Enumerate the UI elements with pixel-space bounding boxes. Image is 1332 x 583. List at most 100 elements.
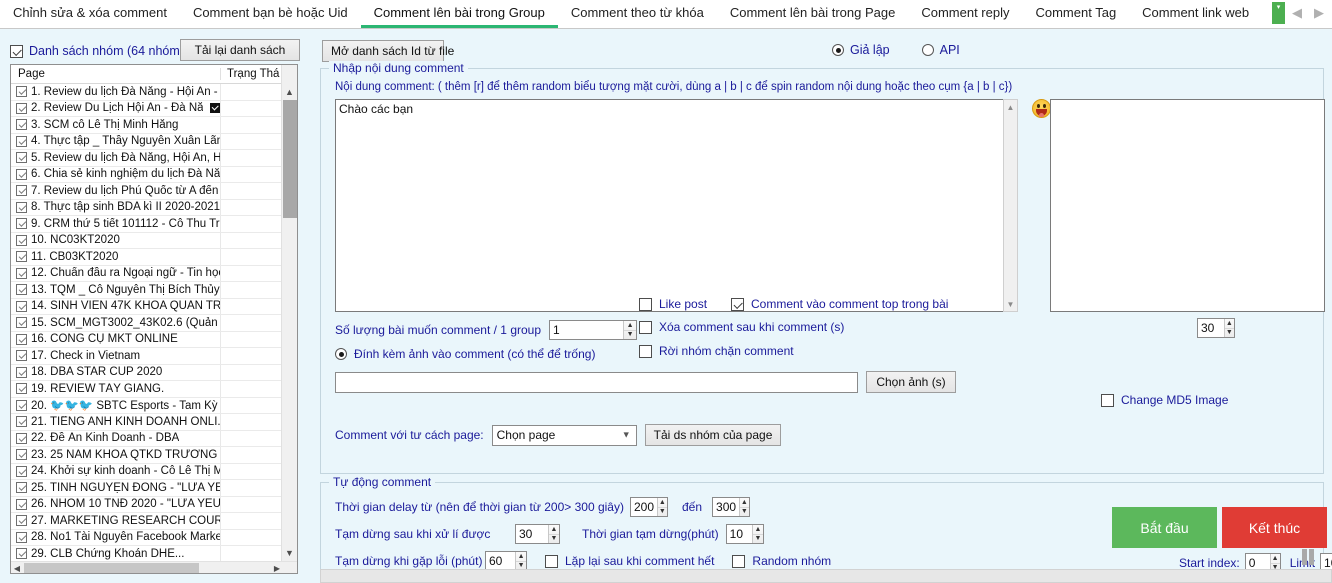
pause-on-error-arrows[interactable]: ▲ ▼ <box>515 552 526 570</box>
stepper-up-icon[interactable]: ▲ <box>549 525 559 535</box>
table-row[interactable]: 25. TÌNH NGUYỆN ĐÔNG - "LỬA YÊ... <box>11 480 297 497</box>
delay-from-stepper[interactable]: ▲ ▼ <box>629 497 668 517</box>
select-all-groups-checkbox[interactable] <box>10 44 23 58</box>
stepper-up-icon[interactable]: ▲ <box>739 498 750 508</box>
row-checkbox[interactable] <box>16 102 27 114</box>
smiley-icon[interactable] <box>1032 99 1051 118</box>
table-row[interactable]: 16. CÔNG CỤ MKT ONLINE <box>11 331 297 348</box>
tab-3[interactable]: Comment theo từ khóa <box>557 0 717 28</box>
stepper-up-icon[interactable]: ▲ <box>657 498 667 508</box>
table-row[interactable]: 11. CB03KT2020 <box>11 249 297 266</box>
row-checkbox[interactable] <box>16 350 27 362</box>
pause-on-error-stepper[interactable]: ▲ ▼ <box>485 551 527 571</box>
table-row[interactable]: 8. Thực tập sinh BDA kì II 2020-2021 <box>11 199 297 216</box>
tab-next-icon[interactable]: ▶ <box>1309 2 1329 24</box>
attach-image-radio-indicator[interactable] <box>335 348 347 360</box>
start-button[interactable]: Bắt đầu <box>1112 507 1217 548</box>
choose-image-button[interactable]: Chọn ảnh (s) <box>866 371 956 393</box>
reload-list-button[interactable]: Tải lại danh sách <box>180 39 300 61</box>
table-row[interactable]: 22. Đề Án Kinh Doanh - DBA <box>11 430 297 447</box>
tab-5[interactable]: Comment reply <box>908 0 1023 28</box>
group-list-horizontal-scrollbar[interactable]: ◀ ▶ <box>11 561 297 573</box>
radio-option-api[interactable]: API <box>921 43 960 57</box>
table-row[interactable]: 21. TIẾNG ANH KINH DOANH ONLI... <box>11 414 297 431</box>
row-checkbox[interactable] <box>16 416 27 428</box>
table-row[interactable]: 3. SCM cô Lê Thị Minh Hằng <box>11 117 297 134</box>
row-checkbox[interactable] <box>16 548 27 560</box>
load-page-groups-button[interactable]: Tải ds nhóm của page <box>644 424 782 446</box>
delete-delay-stepper[interactable]: ▲ ▼ <box>1197 318 1235 338</box>
scroll-right-icon[interactable]: ▶ <box>271 562 283 573</box>
leave-group-checkbox[interactable] <box>639 344 652 358</box>
table-row[interactable]: 10. NC03KT2020 <box>11 232 297 249</box>
table-row[interactable]: 1. Review du lịch Đà Nẵng - Hội An - ... <box>11 84 297 101</box>
tab-0[interactable]: Chỉnh sửa & xóa comment <box>0 0 180 28</box>
table-row[interactable]: 18. DBA STAR CUP 2020 <box>11 364 297 381</box>
row-checkbox[interactable] <box>16 531 27 543</box>
table-row[interactable]: 2. Review Du Lịch Hội An - Đà Nẵng <box>11 100 297 117</box>
row-checkbox[interactable] <box>16 449 27 461</box>
stepper-down-icon[interactable]: ▼ <box>740 508 749 517</box>
delete-comment-checkbox[interactable] <box>639 320 652 334</box>
attach-image-radio[interactable]: Đính kèm ảnh vào comment (có thể để trốn… <box>335 347 595 361</box>
row-checkbox[interactable] <box>16 383 27 395</box>
row-checkbox[interactable] <box>16 432 27 444</box>
tab-7[interactable]: Comment link web <box>1129 0 1263 28</box>
scroll-up-icon[interactable]: ▲ <box>282 84 297 100</box>
change-md5-checkbox-row[interactable]: Change MD5 Image <box>1101 393 1228 407</box>
posts-per-group-input[interactable] <box>550 321 624 339</box>
table-row[interactable]: 27. MARKETING RESEARCH COUR... <box>11 513 297 530</box>
row-checkbox[interactable] <box>16 498 27 510</box>
table-row[interactable]: 9. CRM thứ 5 tiết 101112 - Cô Thu Tr... <box>11 216 297 233</box>
like-post-checkbox-row[interactable]: Like post <box>639 297 707 311</box>
tab-1[interactable]: Comment bạn bè hoặc Uid <box>179 0 361 28</box>
row-checkbox[interactable] <box>16 465 27 477</box>
tab-4[interactable]: Comment lên bài trong Page <box>716 0 909 28</box>
table-row[interactable]: 7. Review du lịch Phú Quốc từ A đến Z <box>11 183 297 200</box>
row-checkbox[interactable] <box>16 284 27 296</box>
like-post-checkbox[interactable] <box>639 297 652 311</box>
row-checkbox[interactable] <box>16 185 27 197</box>
page-select-dropdown[interactable]: Chọn page ▼ <box>491 424 637 446</box>
table-row[interactable]: 13. TQM _ Cô Nguyễn Thị Bích Thủy ... <box>11 282 297 299</box>
group-list-box[interactable]: Page Trạng Thá 1. Review du lịch Đà Nẵng… <box>10 64 298 574</box>
table-row[interactable]: 15. SCM_MGT3002_43K02.6 (Quản t... <box>11 315 297 332</box>
change-md5-checkbox[interactable] <box>1101 393 1114 407</box>
table-row[interactable]: 4. Thực tập _ Thầy Nguyễn Xuân Lãn... <box>11 133 297 150</box>
stepper-down-icon[interactable]: ▼ <box>549 535 559 544</box>
table-row[interactable]: 19. REVIEW TÂY GIANG. <box>11 381 297 398</box>
delay-from-arrows[interactable]: ▲ ▼ <box>656 498 667 516</box>
delay-from-input[interactable] <box>630 498 657 516</box>
table-row[interactable]: 17. Check in Vietnam <box>11 348 297 365</box>
stepper-up-icon[interactable]: ▲ <box>624 321 637 331</box>
leave-group-checkbox-row[interactable]: Rời nhóm chặn comment <box>639 344 794 358</box>
pause-after-arrows[interactable]: ▲ ▼ <box>548 525 559 543</box>
repeat-checkbox-row[interactable]: Lặp lại sau khi comment hết <box>545 554 714 568</box>
row-checkbox[interactable] <box>16 317 27 329</box>
row-checkbox[interactable] <box>16 152 27 164</box>
attach-image-path-input[interactable] <box>335 372 858 393</box>
pause-duration-arrows[interactable]: ▲ ▼ <box>752 525 763 543</box>
stepper-down-icon[interactable]: ▼ <box>1225 329 1234 338</box>
stepper-up-icon[interactable]: ▲ <box>753 525 763 535</box>
textarea-scroll-up-icon[interactable]: ▲ <box>1004 100 1017 114</box>
radio-gialap-indicator[interactable] <box>832 44 844 56</box>
scroll-down-icon[interactable]: ▼ <box>282 545 297 561</box>
row-checkbox[interactable] <box>16 251 27 263</box>
row-checkbox[interactable] <box>16 201 27 213</box>
comment-secondary-textarea[interactable] <box>1050 99 1325 312</box>
textarea-scroll-down-icon[interactable]: ▼ <box>1004 297 1017 311</box>
row-checkbox[interactable] <box>16 399 27 411</box>
table-row[interactable]: 14. SINH VIÊN 47K KHOA QUẢN TR... <box>11 298 297 315</box>
delete-delay-arrows[interactable]: ▲ ▼ <box>1223 319 1234 338</box>
delay-to-stepper[interactable]: ▲ ▼ <box>712 497 751 517</box>
row-checkbox[interactable] <box>16 86 27 98</box>
resize-grip-icon[interactable] <box>1302 549 1316 565</box>
posts-per-group-arrows[interactable]: ▲ ▼ <box>623 321 637 339</box>
hscrollbar-thumb[interactable] <box>24 563 199 573</box>
tab-dropdown-button[interactable]: ▾ <box>1272 2 1285 24</box>
pause-on-error-input[interactable] <box>486 552 516 570</box>
tab-2[interactable]: Comment lên bài trong Group <box>360 0 558 28</box>
tab-6[interactable]: Comment Tag <box>1022 0 1130 28</box>
comment-top-checkbox[interactable] <box>731 297 744 311</box>
